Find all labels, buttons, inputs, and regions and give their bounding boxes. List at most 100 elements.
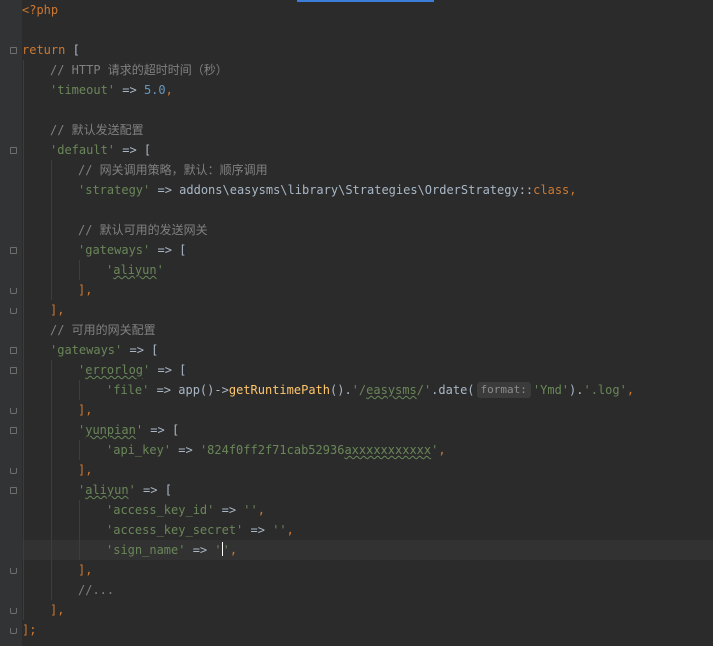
indent-guide (79, 260, 80, 280)
code-line[interactable]: // 默认发送配置 (50, 120, 144, 140)
string-literal: 'gateways' (78, 243, 151, 257)
punctuation: ], (50, 303, 65, 317)
code-line[interactable]: // 网关调用策略，默认：顺序调用 (78, 160, 268, 180)
code-line[interactable]: return [ (22, 40, 80, 60)
comment: // 网关调用策略，默认：顺序调用 (78, 163, 268, 177)
string-literal: ' (214, 543, 222, 557)
parameter-hint: format: (476, 382, 531, 398)
string-literal: ' (135, 423, 144, 437)
string-literal: ' (222, 543, 230, 557)
code-text: => addons\easysms\library\Strategies\Ord… (150, 183, 534, 197)
code-line[interactable]: 'aliyun' (106, 260, 164, 280)
code-line-active[interactable]: 'sign_name' => '', (106, 540, 237, 560)
code-line[interactable]: ], (78, 280, 92, 300)
comment: // 可用的网关配置 (50, 323, 156, 337)
string-literal: '/ (351, 383, 367, 397)
code-line[interactable]: ], (78, 560, 92, 580)
fold-icon[interactable] (10, 367, 17, 374)
code-line[interactable]: 'file' => app()->getRuntimePath().'/easy… (106, 380, 634, 400)
code-line[interactable]: 'access_key_id' => '', (106, 500, 265, 520)
fold-end-icon[interactable] (10, 608, 17, 614)
code-line[interactable]: ], (78, 460, 92, 480)
string-literal: 'timeout' (50, 83, 116, 97)
punctuation: , (569, 183, 577, 197)
code-editor[interactable]: <?php return [ // HTTP 请求的超时时间（秒） 'timeo… (0, 0, 713, 646)
code-line[interactable]: 'default' => [ (50, 140, 151, 160)
code-line[interactable]: ], (50, 300, 64, 320)
punctuation: , (626, 383, 635, 397)
string-literal: ' (128, 483, 136, 497)
fold-end-icon[interactable] (10, 468, 17, 474)
string-literal: errorlog (85, 363, 144, 377)
code-line[interactable]: 'gateways' => [ (78, 240, 186, 260)
code-text: => (214, 503, 244, 517)
fold-icon[interactable] (10, 147, 17, 154)
indent-guide (23, 60, 24, 620)
code-line[interactable]: // 默认可用的发送网关 (78, 220, 208, 240)
fold-icon[interactable] (10, 427, 17, 434)
string-literal: '.log' (583, 383, 627, 397)
comment: // 默认发送配置 (50, 123, 144, 137)
fold-end-icon[interactable] (10, 408, 17, 414)
punctuation: , (286, 523, 294, 537)
code-text: => [ (122, 343, 159, 357)
code-line[interactable]: 'api_key' => '824f0ff2f71cab52936axxxxxx… (106, 440, 446, 460)
code-text: => [ (150, 243, 187, 257)
string-literal: 'file' (106, 383, 150, 397)
indent-guide (79, 500, 80, 560)
string-literal: /' (416, 383, 432, 397)
string-literal: 'gateways' (50, 343, 123, 357)
comment: // HTTP 请求的超时时间（秒） (50, 63, 228, 77)
code-text: .date( (431, 383, 475, 397)
fold-end-icon[interactable] (10, 628, 17, 634)
string-literal: 'api_key' (106, 443, 172, 457)
code-line[interactable]: ]; (22, 620, 36, 640)
string-literal: '' (272, 523, 287, 537)
code-text: => [ (150, 363, 187, 377)
code-line[interactable]: // 可用的网关配置 (50, 320, 156, 340)
code-text: => (243, 523, 273, 537)
punctuation: , (165, 83, 173, 97)
punctuation: , (229, 543, 238, 557)
code-line[interactable]: 'aliyun' => [ (78, 480, 172, 500)
code-line[interactable]: 'errorlog' => [ (78, 360, 186, 380)
code-line[interactable]: 'yunpian' => [ (78, 420, 179, 440)
fold-end-icon[interactable] (10, 568, 17, 574)
string-literal: easysms (366, 383, 417, 397)
code-line[interactable]: 'gateways' => [ (50, 340, 158, 360)
punctuation: ], (50, 603, 65, 617)
string-literal: aliyun (85, 483, 129, 497)
code-text: => [ (135, 483, 172, 497)
fold-icon[interactable] (10, 487, 17, 494)
code-text: => (171, 443, 200, 457)
indent-guide (51, 360, 52, 600)
fold-end-icon[interactable] (10, 308, 17, 314)
code-text: => [ (143, 423, 180, 437)
indent-guide (79, 380, 80, 400)
code-line[interactable]: ], (50, 600, 64, 620)
fold-icon[interactable] (10, 347, 17, 354)
number-literal: 5.0 (143, 83, 166, 97)
fold-icon[interactable] (10, 47, 17, 54)
indent-guide (79, 440, 80, 460)
code-line[interactable]: // HTTP 请求的超时时间（秒） (50, 60, 228, 80)
fold-icon[interactable] (10, 247, 17, 254)
code-line[interactable]: 'access_key_secret' => '', (106, 520, 294, 540)
gutter (0, 0, 22, 646)
class-keyword: class (533, 183, 570, 197)
function-name: getRuntimePath (228, 383, 330, 397)
code-line[interactable]: <?php (22, 0, 58, 20)
string-literal: 'default' (50, 143, 116, 157)
code-line[interactable]: 'strategy' => addons\easysms\library\Str… (78, 180, 577, 200)
fold-end-icon[interactable] (10, 288, 17, 294)
code-text: (). (330, 383, 352, 397)
punctuation: ], (78, 563, 93, 577)
code-line[interactable]: //... (78, 580, 114, 600)
code-text: [ (65, 43, 80, 57)
punctuation: , (438, 443, 446, 457)
string-literal: ' (156, 263, 164, 277)
string-literal: 'strategy' (78, 183, 151, 197)
code-line[interactable]: 'timeout' => 5.0, (50, 80, 173, 100)
code-line[interactable]: ], (78, 400, 92, 420)
string-literal: 'access_key_id' (106, 503, 215, 517)
